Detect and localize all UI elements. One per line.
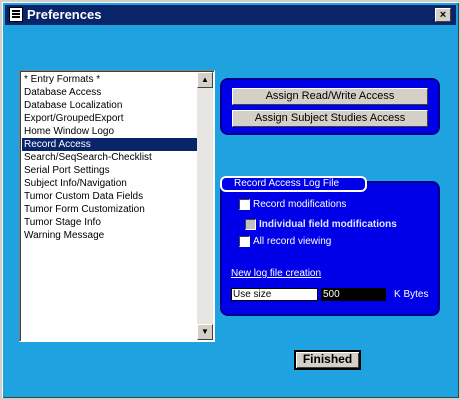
log-file-panel: Record modifications Individual field mo… <box>220 181 440 316</box>
list-item[interactable]: Subject Info/Navigation <box>22 177 198 190</box>
list-item[interactable]: Serial Port Settings <box>22 164 198 177</box>
log-file-group-label: Record Access Log File <box>220 176 367 192</box>
use-size-field[interactable]: Use size <box>231 288 318 301</box>
preferences-list[interactable]: * Entry Formats * Database Access Database… <box>19 70 215 342</box>
record-modifications-row[interactable]: Record modifications <box>239 198 346 211</box>
size-unit-label: K Bytes <box>394 289 429 300</box>
individual-field-row: Individual field modifications <box>245 218 397 231</box>
title-bar[interactable]: Preferences × <box>5 5 456 25</box>
list-item[interactable]: Database Access <box>22 86 198 99</box>
assign-read-write-button[interactable]: Assign Read/Write Access <box>232 88 428 105</box>
list-item[interactable]: Tumor Custom Data Fields <box>22 190 198 203</box>
list-item[interactable]: Tumor Stage Info <box>22 216 198 229</box>
list-item[interactable]: Record Access <box>22 138 198 151</box>
all-record-viewing-row[interactable]: All record viewing <box>239 235 331 248</box>
all-record-viewing-label: All record viewing <box>253 236 332 247</box>
record-modifications-checkbox[interactable] <box>239 198 250 210</box>
list-item[interactable]: Tumor Form Customization <box>22 203 198 216</box>
scroll-down-icon[interactable]: ▼ <box>197 324 213 340</box>
document-icon <box>9 7 23 22</box>
all-record-viewing-checkbox[interactable] <box>239 235 250 247</box>
finished-button[interactable]: Finished <box>294 350 361 370</box>
list-item[interactable]: Warning Message <box>22 229 198 242</box>
window-title: Preferences <box>27 7 102 22</box>
assign-subject-studies-button[interactable]: Assign Subject Studies Access <box>232 110 428 127</box>
list-items: * Entry Formats * Database Access Database… <box>22 73 198 242</box>
individual-field-label: Individual field modifications <box>259 219 397 230</box>
new-log-file-link[interactable]: New log file creation <box>231 268 321 279</box>
access-panel: Assign Read/Write Access Assign Subject … <box>220 78 440 135</box>
list-item[interactable]: Export/GroupedExport <box>22 112 198 125</box>
scroll-up-icon[interactable]: ▲ <box>197 72 213 88</box>
record-modifications-label: Record modifications <box>253 199 347 210</box>
individual-field-checkbox <box>245 218 256 230</box>
close-button[interactable]: × <box>435 8 451 22</box>
list-item[interactable]: * Entry Formats * <box>22 73 198 86</box>
list-item[interactable]: Home Window Logo <box>22 125 198 138</box>
list-item[interactable]: Database Localization <box>22 99 198 112</box>
size-value-field[interactable]: 500 <box>321 288 386 301</box>
vertical-scrollbar[interactable]: ▲ ▼ <box>197 72 213 340</box>
list-item[interactable]: Search/SeqSearch-Checklist <box>22 151 198 164</box>
